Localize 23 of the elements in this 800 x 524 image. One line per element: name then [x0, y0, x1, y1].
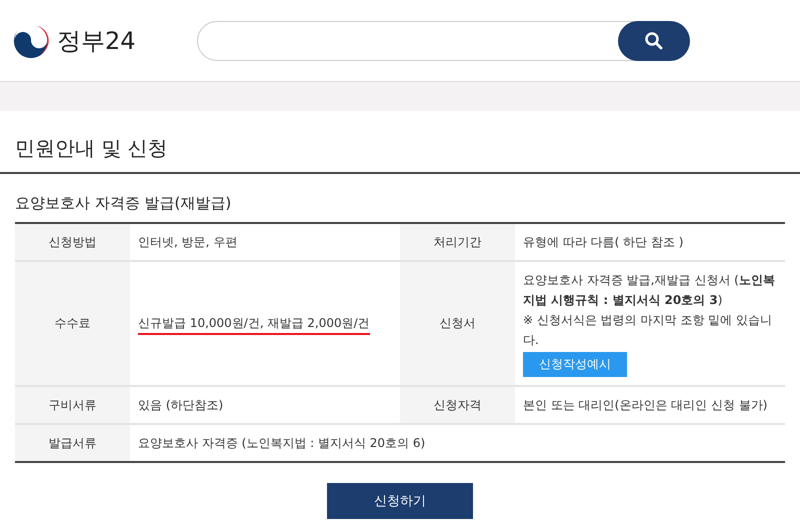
table-cell-text: 인터넷, 방문, 우편	[138, 234, 238, 251]
section-title: 요양보호사 자격증 발급(재발급)	[14, 193, 232, 214]
search-button[interactable]	[618, 20, 690, 60]
table-cell-text: 본인 또는 대리인(온라인은 대리인 신청 불가)	[523, 397, 768, 414]
page-title: 민원안내 및 신청	[0, 111, 800, 174]
table-header-cell: 처리기간	[400, 224, 515, 260]
table-header-cell: 수수료	[15, 262, 130, 385]
table-header-cell: 신청방법	[15, 224, 130, 260]
table-header-cell: 신청자격	[400, 387, 515, 423]
table-cell-text: 있음 (하단참조)	[138, 397, 224, 414]
table-header-cell: 신청서	[400, 262, 515, 385]
apply-button[interactable]: 신청하기	[327, 483, 473, 519]
table-cell-text: 유형에 따라 다름( 하단 참조 )	[523, 234, 684, 251]
table-cell: 신규발급 10,000원/건, 재발급 2,000원/건	[138, 312, 370, 334]
table-header-cell: 구비서류	[15, 387, 130, 423]
search-field[interactable]	[197, 20, 689, 60]
note-text: ※ 신청서식은 법령의 마지막 조항 밑에 있습니다.	[523, 312, 773, 349]
table-header-cell: 발급서류	[15, 425, 130, 461]
site-logo-text[interactable]: 정부24	[57, 24, 136, 56]
search-icon	[644, 30, 664, 50]
table-cell-text: 요양보호사 자격증 발급,재발급 신청서 (노인복지법 시행규칙 : 별지서식 20호의 3)	[523, 272, 776, 309]
table-cell-text: 요양보호사 자격증 (노인복지법 : 별지서식 20호의 6)	[138, 435, 426, 452]
logo-icon	[13, 22, 49, 58]
